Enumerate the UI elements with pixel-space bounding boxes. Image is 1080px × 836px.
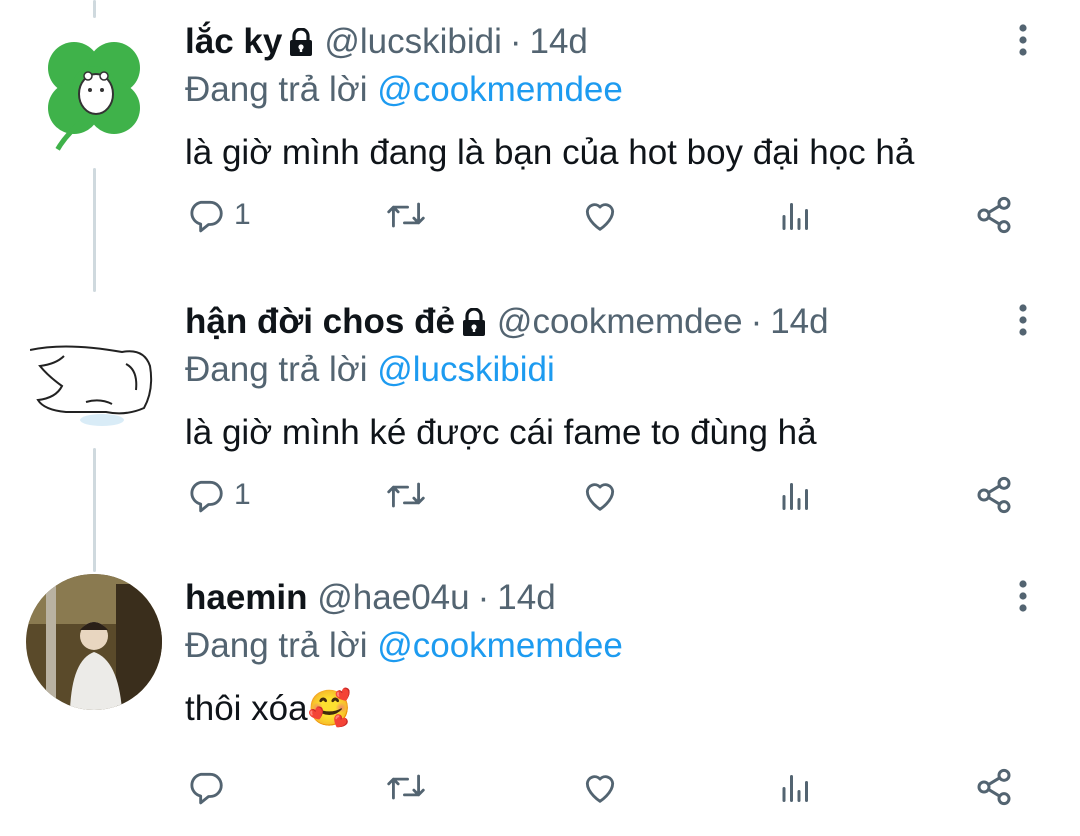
- more-vertical-icon: [1019, 24, 1027, 56]
- analytics-button[interactable]: [778, 470, 814, 520]
- avatar[interactable]: [26, 574, 162, 710]
- lock-icon: [461, 308, 487, 336]
- separator-dot: ·: [509, 22, 522, 61]
- reply-count: 1: [234, 198, 251, 231]
- lock-icon: [288, 28, 314, 56]
- share-button[interactable]: [974, 190, 1014, 240]
- tweet[interactable]: lắc ky @lucskibidi · 14d Đang trả lời @cook…: [0, 0, 1080, 280]
- share-icon: [977, 476, 1011, 514]
- clover-avatar-icon: [26, 24, 162, 160]
- more-options-button[interactable]: [1008, 578, 1038, 614]
- retweet-icon: [387, 482, 425, 508]
- heart-icon: [585, 775, 615, 803]
- share-icon: [977, 196, 1011, 234]
- timestamp[interactable]: 14d: [770, 302, 828, 341]
- more-options-button[interactable]: [1008, 22, 1038, 58]
- share-button[interactable]: [974, 762, 1014, 812]
- display-name[interactable]: hận đời chos đẻ: [185, 302, 455, 341]
- mention-link[interactable]: @cookmemdee: [377, 70, 623, 109]
- reply-prefix: Đang trả lời: [185, 70, 368, 109]
- like-button[interactable]: [580, 190, 620, 240]
- tweet[interactable]: haemin @hae04u · 14d Đang trả lời @cookmem…: [0, 556, 1080, 836]
- reply-prefix: Đang trả lời: [185, 350, 368, 389]
- heart-icon: [585, 483, 615, 511]
- display-name[interactable]: haemin: [185, 578, 308, 617]
- retweet-button[interactable]: [384, 762, 428, 812]
- tweet-header: haemin @hae04u · 14d: [185, 578, 556, 618]
- replying-to: Đang trả lời @lucskibidi: [185, 350, 555, 390]
- tweet-text: thôi xóa🥰: [185, 688, 351, 730]
- share-icon: [977, 768, 1011, 806]
- photo-avatar-icon: [26, 574, 162, 710]
- share-button[interactable]: [974, 470, 1014, 520]
- action-bar: 1: [0, 190, 1080, 240]
- replying-to: Đang trả lời @cookmemdee: [185, 70, 623, 110]
- reply-icon: [190, 772, 223, 805]
- reply-icon: [190, 200, 223, 233]
- avatar[interactable]: [26, 304, 162, 440]
- tweet-text-content: thôi xóa: [185, 689, 308, 728]
- mention-link[interactable]: @lucskibidi: [377, 350, 555, 389]
- replying-to: Đang trả lời @cookmemdee: [185, 626, 623, 666]
- smiling-hearts-emoji: 🥰: [307, 689, 352, 728]
- reply-count: 1: [234, 478, 251, 511]
- user-handle[interactable]: @lucskibidi: [324, 22, 502, 61]
- mention-link[interactable]: @cookmemdee: [377, 626, 623, 665]
- more-options-button[interactable]: [1008, 302, 1038, 338]
- analytics-button[interactable]: [778, 762, 814, 812]
- user-handle[interactable]: @cookmemdee: [497, 302, 743, 341]
- tweet-text: là giờ mình đang là bạn của hot boy đại …: [185, 133, 915, 172]
- avatar[interactable]: [26, 24, 162, 160]
- reply-prefix: Đang trả lời: [185, 626, 368, 665]
- like-button[interactable]: [580, 762, 620, 812]
- user-handle[interactable]: @hae04u: [317, 578, 469, 617]
- timestamp[interactable]: 14d: [530, 22, 588, 61]
- separator-dot: ·: [750, 302, 763, 341]
- retweet-icon: [387, 202, 425, 228]
- tweet-text: là giờ mình ké được cái fame to đùng hả: [185, 413, 817, 452]
- analytics-icon: [782, 775, 808, 802]
- timestamp[interactable]: 14d: [497, 578, 555, 617]
- like-button[interactable]: [580, 470, 620, 520]
- action-bar: [0, 762, 1080, 812]
- display-name[interactable]: lắc ky: [185, 22, 282, 61]
- action-bar: 1: [0, 470, 1080, 520]
- tweet-header: hận đời chos đẻ @cookmemdee · 14d: [185, 302, 829, 342]
- retweet-icon: [387, 774, 425, 800]
- analytics-icon: [782, 483, 808, 510]
- reply-button[interactable]: 1: [188, 470, 251, 520]
- separator-dot: ·: [477, 578, 490, 617]
- reply-icon: [190, 480, 223, 513]
- tweet-header: lắc ky @lucskibidi · 14d: [185, 22, 588, 62]
- retweet-button[interactable]: [384, 470, 428, 520]
- analytics-icon: [782, 203, 808, 230]
- analytics-button[interactable]: [778, 190, 814, 240]
- more-vertical-icon: [1019, 580, 1027, 612]
- more-vertical-icon: [1019, 304, 1027, 336]
- heart-icon: [585, 203, 615, 231]
- retweet-button[interactable]: [384, 190, 428, 240]
- reply-button[interactable]: 1: [188, 190, 251, 240]
- sketch-avatar-icon: [26, 304, 162, 440]
- tweet[interactable]: hận đời chos đẻ @cookmemdee · 14d Đang trả …: [0, 280, 1080, 560]
- reply-button[interactable]: [188, 762, 234, 812]
